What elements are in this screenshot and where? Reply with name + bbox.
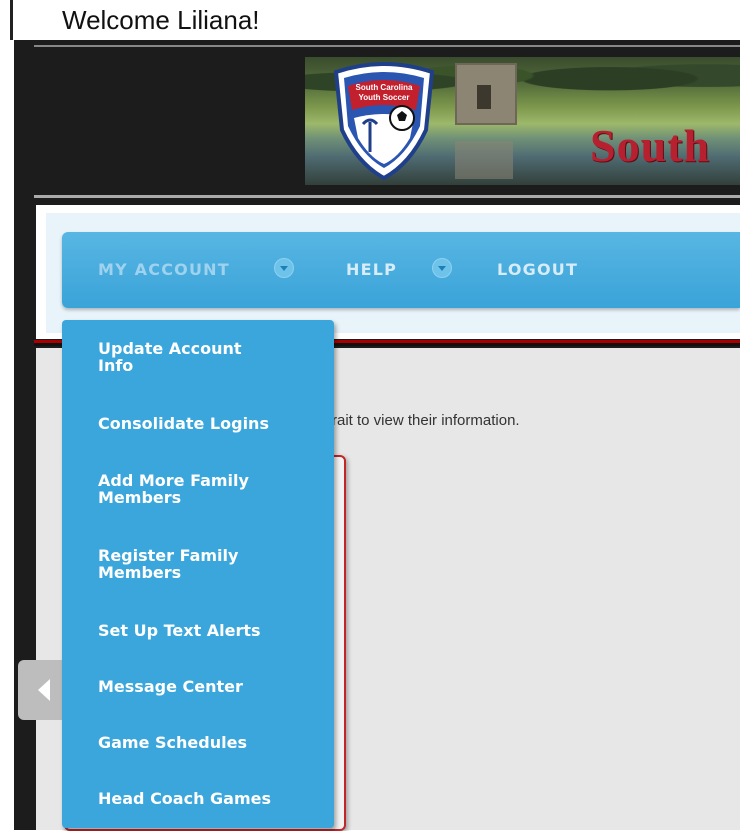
- frame-divider-top: [34, 45, 740, 47]
- chevron-down-icon[interactable]: [274, 258, 294, 278]
- dropdown-item-line1: Consolidate Logins: [98, 414, 269, 433]
- dropdown-update-account-info[interactable]: Update Account Info: [98, 340, 298, 374]
- logo-text-line1: South Carolina: [356, 83, 413, 92]
- nav-my-account[interactable]: MY ACCOUNT: [98, 260, 230, 279]
- nav-logout[interactable]: LOGOUT: [497, 260, 578, 279]
- dropdown-item-line1: Add More Family: [98, 471, 249, 490]
- dropdown-item-line2: Info: [98, 356, 134, 375]
- nav-help[interactable]: HELP: [346, 260, 397, 279]
- banner-brand-text: South: [590, 120, 711, 171]
- dropdown-item-line1: Set Up Text Alerts: [98, 621, 261, 640]
- dropdown-set-up-text-alerts[interactable]: Set Up Text Alerts: [98, 622, 298, 639]
- dropdown-consolidate-logins[interactable]: Consolidate Logins: [98, 415, 298, 432]
- logo-text-line2: Youth Soccer: [359, 93, 410, 102]
- dropdown-item-line1: Register Family: [98, 546, 239, 565]
- frame-divider-mid: [34, 195, 740, 198]
- chevron-left-icon[interactable]: [18, 660, 62, 720]
- south-carolina-youth-soccer-logo[interactable]: South Carolina Youth Soccer: [330, 60, 438, 180]
- dropdown-register-family-members[interactable]: Register Family Members: [98, 547, 298, 581]
- dropdown-head-coach-games[interactable]: Head Coach Games: [98, 790, 298, 807]
- dropdown-item-line2: Members: [98, 563, 182, 582]
- dropdown-game-schedules[interactable]: Game Schedules: [98, 734, 298, 751]
- dropdown-item-line1: Head Coach Games: [98, 789, 272, 808]
- dropdown-item-line1: Game Schedules: [98, 733, 247, 752]
- banner-building-door: [477, 85, 491, 109]
- dropdown-item-line1: Update Account: [98, 339, 242, 358]
- dropdown-item-line1: Message Center: [98, 677, 243, 696]
- welcome-message: Welcome Liliana!: [62, 5, 260, 35]
- banner-water-reflection: [455, 141, 513, 179]
- chevron-down-icon[interactable]: [432, 258, 452, 278]
- dropdown-add-more-family-members[interactable]: Add More Family Members: [98, 472, 298, 506]
- dropdown-message-center[interactable]: Message Center: [98, 678, 298, 695]
- left-border-rule: [10, 0, 13, 40]
- portrait-instruction: rait to view their information.: [332, 412, 520, 429]
- dropdown-item-line2: Members: [98, 488, 182, 507]
